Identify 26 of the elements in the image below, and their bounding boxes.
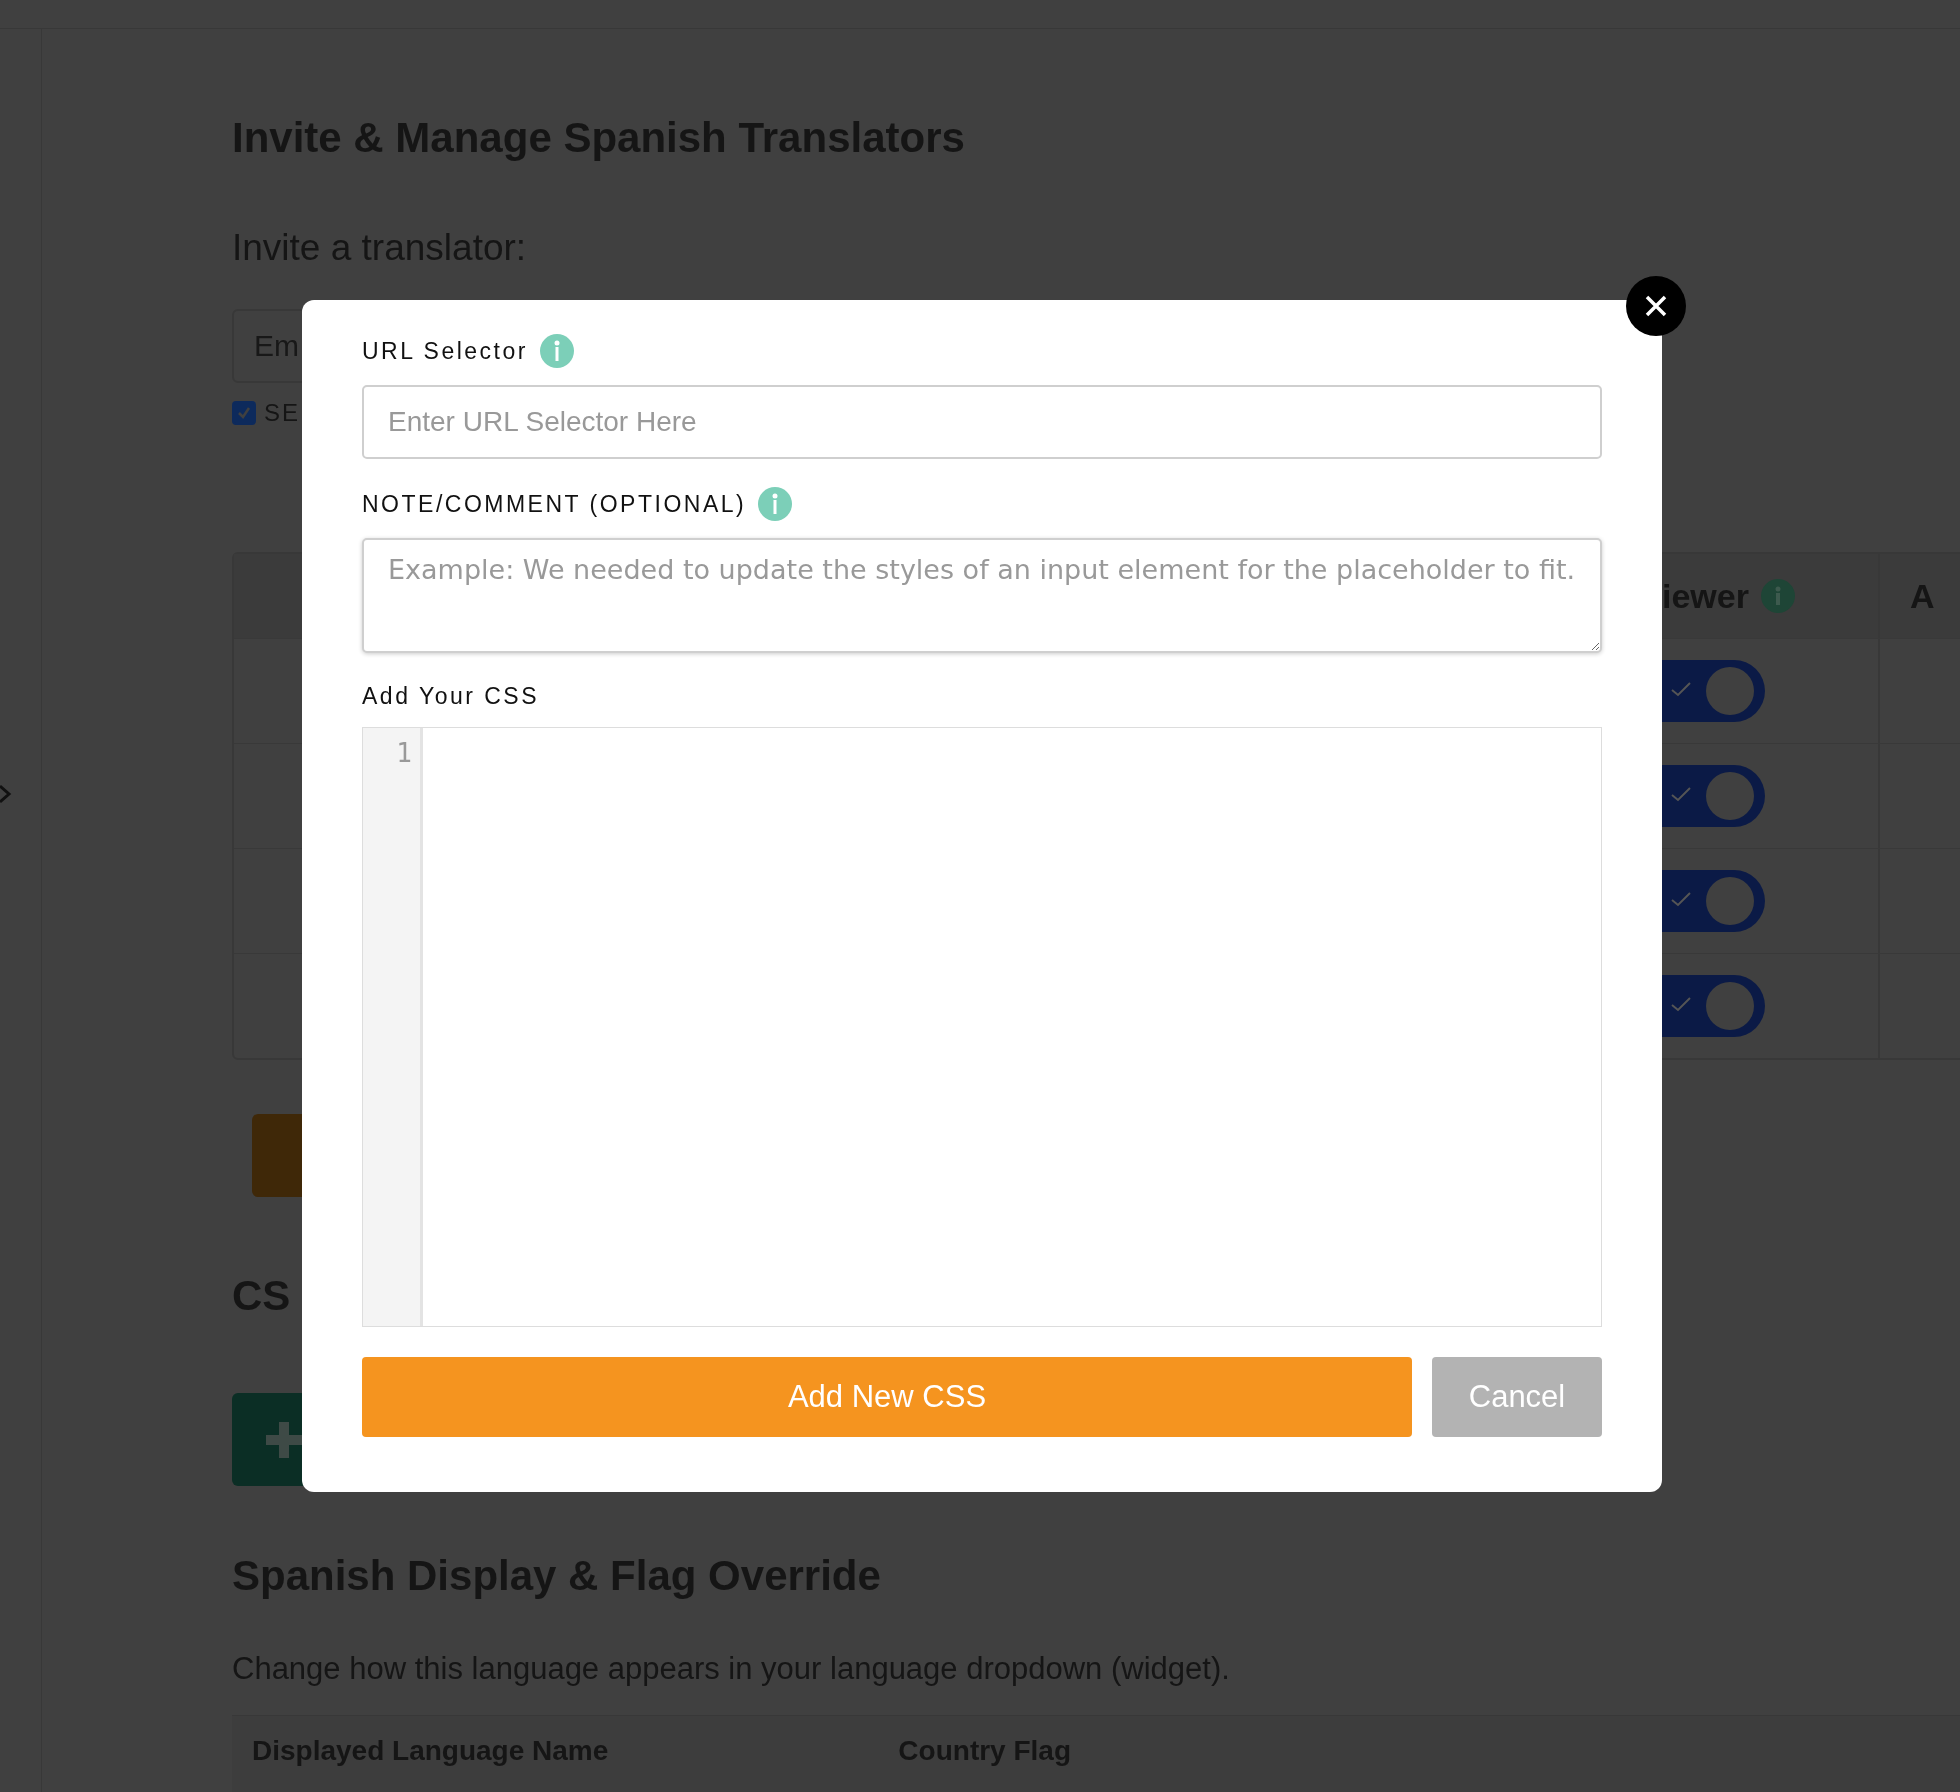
checkmark-icon (1670, 785, 1692, 803)
checkmark-icon (1670, 890, 1692, 908)
close-button[interactable] (1626, 276, 1686, 336)
checkmark-icon (1670, 995, 1692, 1013)
add-css-button[interactable]: Add New CSS (362, 1357, 1412, 1437)
checkmark-icon (1670, 680, 1692, 698)
checkbox[interactable] (232, 401, 256, 425)
cancel-button[interactable]: Cancel (1432, 1357, 1602, 1437)
checkmark-icon (236, 405, 252, 421)
plus-icon (266, 1421, 302, 1458)
toggle-switch[interactable] (1662, 765, 1765, 827)
line-number: 1 (396, 738, 412, 768)
toggle-switch[interactable] (1662, 975, 1765, 1037)
field-label: URL Selector (362, 337, 528, 365)
field-label: Add Your CSS (362, 682, 540, 710)
info-icon[interactable] (539, 334, 574, 368)
field-label: NOTE/COMMENT (OPTIONAL) (362, 490, 747, 518)
info-icon[interactable] (1760, 579, 1795, 613)
url-selector-field[interactable]: Enter URL Selector Here (362, 385, 1602, 459)
info-icon[interactable] (758, 487, 793, 521)
close-icon (1644, 294, 1668, 318)
note-field[interactable]: Example: We needed to update the styles of an input element for the placeholder to fit. (362, 538, 1602, 653)
code-editor[interactable]: 1 (362, 727, 1602, 1327)
chevron-right-icon[interactable] (0, 783, 12, 805)
toggle-switch[interactable] (1662, 870, 1765, 932)
toggle-switch[interactable] (1662, 660, 1765, 722)
